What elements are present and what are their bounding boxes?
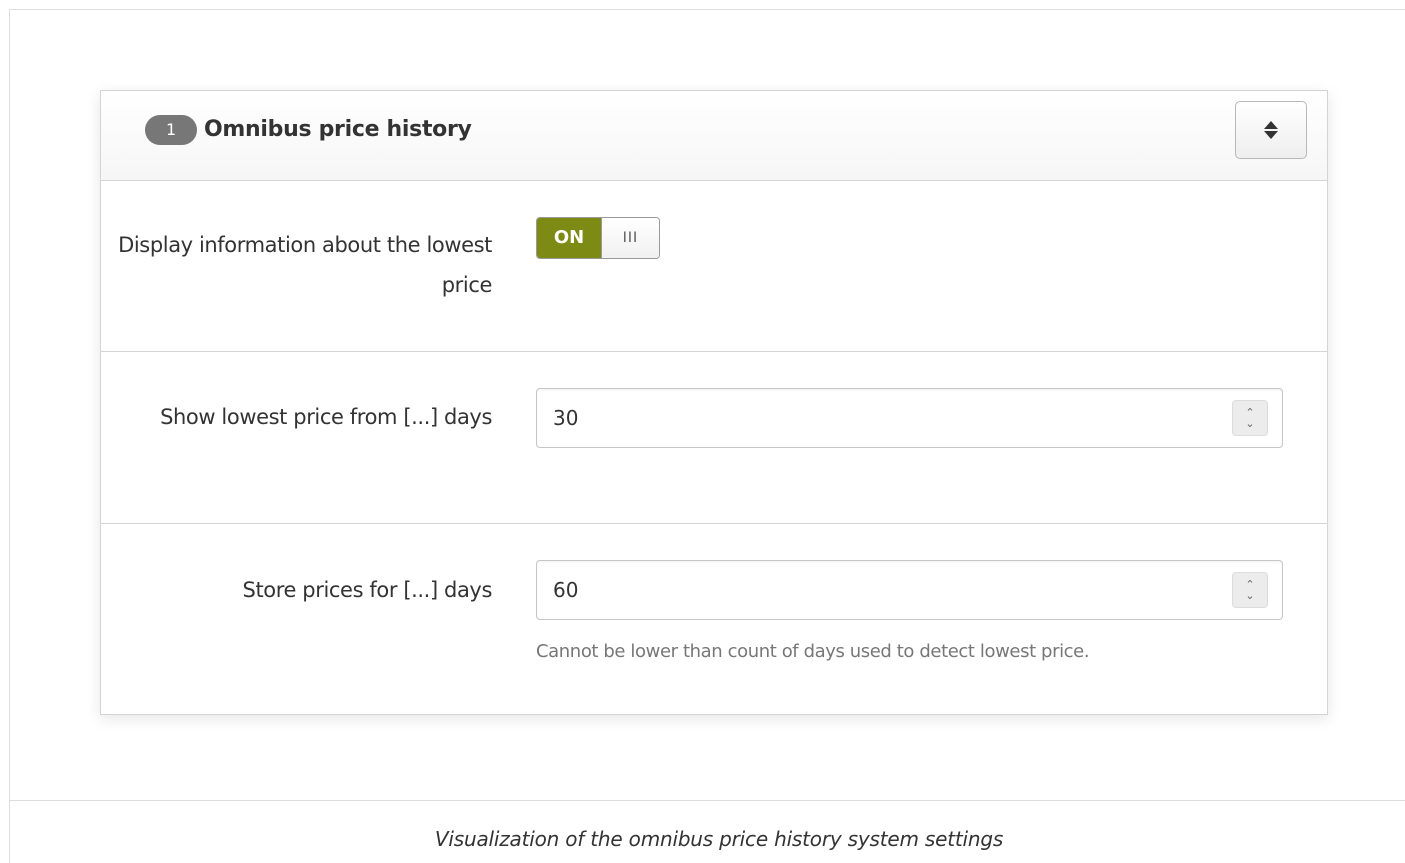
panel-header: 1 Omnibus price history [101,91,1327,181]
number-spinner[interactable]: ⌃ ⌄ [1232,572,1268,608]
display-info-toggle[interactable]: ON III [536,217,660,259]
lowest-price-days-value[interactable]: 30 [553,389,578,447]
setting-row-store-days: Store prices for [...] days 60 ⌃ ⌄ Canno… [101,524,1327,714]
chevron-down-icon[interactable]: ⌄ [1245,590,1254,601]
toggle-handle[interactable]: III [602,218,659,258]
setting-row-display-info: Display information about the lowest pri… [101,181,1327,352]
step-badge: 1 [145,115,197,145]
display-info-label: Display information about the lowest pri… [118,233,492,297]
number-spinner[interactable]: ⌃ ⌄ [1232,400,1268,436]
sort-updown-icon [1264,121,1278,139]
caption-divider [9,800,1405,801]
panel-title: Omnibus price history [204,117,472,142]
chevron-down-icon[interactable]: ⌄ [1245,418,1254,429]
store-days-label: Store prices for [...] days [242,578,493,602]
store-days-value[interactable]: 60 [553,561,578,619]
collapse-toggle-button[interactable] [1235,101,1307,159]
store-days-input[interactable]: 60 ⌃ ⌄ [536,560,1283,620]
lowest-price-days-input[interactable]: 30 ⌃ ⌄ [536,388,1283,448]
store-days-help: Cannot be lower than count of days used … [536,641,1090,662]
figure-caption: Visualization of the omnibus price histo… [434,827,1004,851]
setting-row-lowest-price-days: Show lowest price from [...] days 30 ⌃ ⌄ [101,352,1327,524]
omnibus-settings-panel: 1 Omnibus price history Display informat… [100,90,1328,715]
lowest-price-days-label: Show lowest price from [...] days [160,405,492,429]
toggle-on-label: ON [537,218,602,258]
